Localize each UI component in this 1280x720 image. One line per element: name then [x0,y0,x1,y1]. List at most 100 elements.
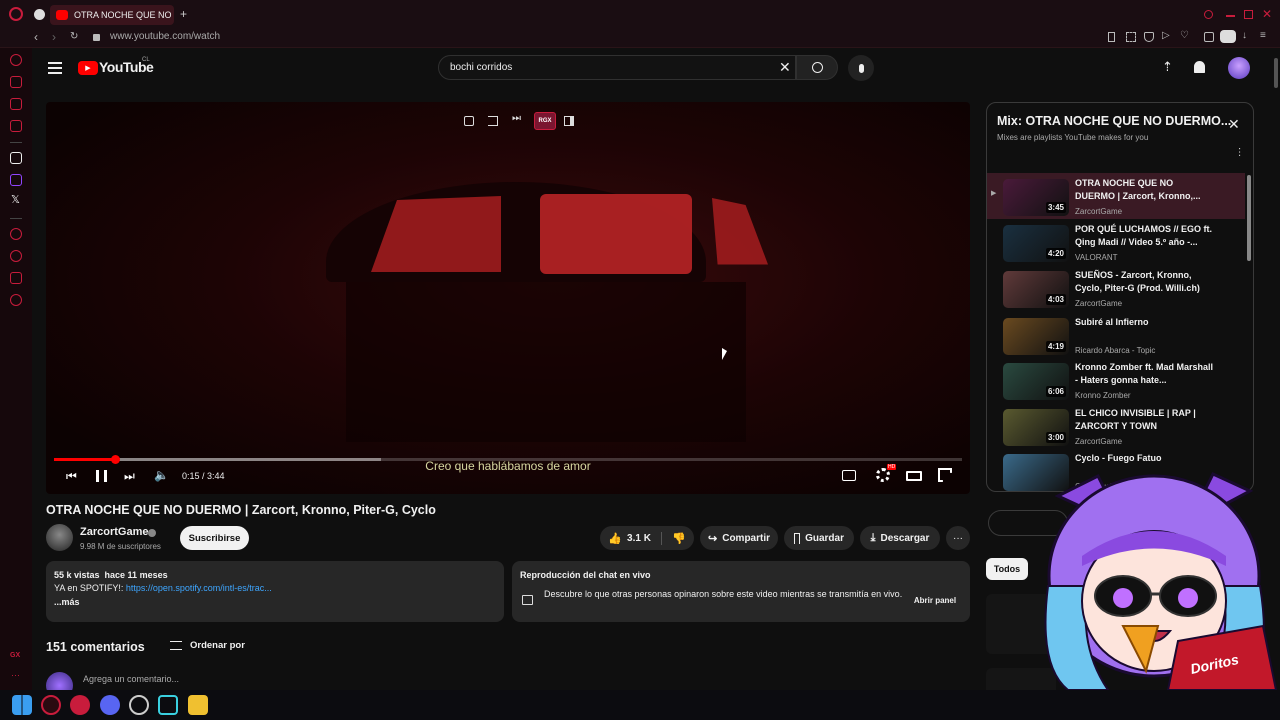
more-icon[interactable]: ··· [11,670,20,680]
share-button[interactable]: ↪ Compartir [700,526,778,550]
show-more-link[interactable]: ...más [54,597,80,607]
maximize-icon[interactable] [1244,10,1253,19]
forward-icon[interactable]: › [52,30,56,44]
mix-item[interactable]: 6:06 Kronno Zomber ft. Mad Marshall - Hat… [987,361,1245,407]
minimize-icon[interactable] [1226,15,1235,17]
open-panel-button[interactable]: Abrir panel [908,591,962,609]
channel-name[interactable]: ZarcortGame [80,526,148,538]
profile-icon[interactable] [1220,30,1236,43]
clear-search-icon[interactable]: ✕ [779,59,791,75]
vk-icon[interactable] [10,152,22,164]
opera-gx-taskbar-icon[interactable] [41,695,61,715]
messenger-icon[interactable] [10,98,22,110]
reload-icon[interactable]: ↻ [70,31,78,42]
discord-taskbar-icon[interactable] [100,695,120,715]
channel-avatar[interactable] [46,524,73,551]
sort-icon[interactable] [170,641,182,650]
windows-start-icon[interactable] [12,695,32,715]
close-mix-icon[interactable]: ✕ [1228,117,1240,131]
hamburger-menu-icon[interactable] [48,62,62,74]
search-input[interactable]: bochi corridos [450,62,512,73]
pinboard-icon[interactable] [10,272,22,284]
search-box[interactable]: bochi corridos ✕ [438,55,796,80]
gx-icon[interactable]: GX [10,652,20,659]
fullscreen-icon[interactable] [938,468,952,482]
mix-item[interactable]: 4:19 Subiré al Infierno Ricardo Abarca - T… [987,316,1245,362]
video-frame-window [540,194,692,274]
close-window-icon[interactable]: ✕ [1262,8,1272,20]
snapshot-icon[interactable] [1126,32,1136,42]
player-icon[interactable]: ▷ [1162,30,1170,41]
new-tab-button[interactable]: + [180,7,187,21]
next-icon[interactable]: ⏭ [124,469,135,484]
youtube-logo[interactable]: ▶ YouTube CL [78,57,158,78]
like-button[interactable]: 👍 3.1 K [608,531,662,545]
settings-icon[interactable] [10,294,22,306]
opera-logo-icon[interactable] [9,7,23,21]
settings-gear-icon[interactable] [876,468,890,482]
extensions-icon[interactable] [1204,32,1214,42]
scrubber-handle[interactable] [110,455,120,464]
download-button[interactable]: ⤓ Descargar [860,526,940,550]
file-explorer-taskbar-icon[interactable] [188,695,208,715]
page-scrollbar[interactable] [1274,58,1278,88]
chip-all[interactable]: Todos [986,558,1028,580]
mix-item[interactable]: 4:20 POR QUÉ LUCHAMOS // EGO ft. Qing Mad… [987,223,1245,269]
mix-item-duration: 3:45 [1045,202,1066,213]
add-comment-input[interactable]: Agrega un comentario... [83,674,179,684]
whatsapp-icon[interactable] [10,120,22,132]
mix-item-duration: 6:06 [1045,386,1066,397]
mix-item[interactable]: 3:00 EL CHICO INVISIBLE | RAP | ZARCORT Y… [987,407,1245,453]
volume-icon[interactable]: 🔈 [154,468,169,482]
save-button[interactable]: Guardar [784,526,854,550]
app-red-taskbar-icon[interactable] [70,695,90,715]
app-teal-taskbar-icon[interactable] [158,695,178,715]
tab-youtube[interactable]: OTRA NOCHE QUE NO DUERMO [50,5,174,25]
more-actions-icon[interactable]: ··· [946,526,970,550]
dislike-button[interactable]: 👎 [662,532,686,545]
pause-icon[interactable] [96,470,107,482]
description-box[interactable]: 55 k vistas hace 11 meses YA en SPOTIFY!… [46,561,504,622]
subscribe-button[interactable]: Suscribirse [180,526,249,550]
shield-icon[interactable] [1144,32,1154,42]
rgx-button[interactable]: RGX [534,112,556,130]
upload-icon[interactable]: ⇡ [1162,59,1173,75]
crypto-wallet-icon[interactable] [10,76,22,88]
progress-bar[interactable] [54,455,962,464]
video-frame-door [346,282,746,442]
easy-setup-icon[interactable]: ≡ [1260,30,1266,41]
tab-overview-icon[interactable] [34,9,45,20]
enter-icon[interactable] [488,116,498,126]
side-panel-icon[interactable] [564,116,574,126]
url-field[interactable]: www.youtube.com/watch [110,31,220,42]
twitch-icon[interactable] [10,174,22,186]
mix-item[interactable]: ▶ 3:45 OTRA NOCHE QUE NO DUERMO | Zarcort,… [987,173,1245,219]
history-icon[interactable] [10,250,22,262]
mix-scrollbar[interactable] [1247,175,1251,261]
skip-icon[interactable]: ⏭ [512,113,521,124]
notifications-bell-icon[interactable] [1194,61,1205,73]
aria-icon[interactable] [10,54,22,66]
search-button[interactable] [796,55,838,80]
back-icon[interactable]: ‹ [34,30,38,44]
bookmark-icon[interactable] [1108,32,1115,42]
heart-icon[interactable]: ♡ [1180,30,1189,41]
subtitles-icon[interactable] [842,470,856,481]
sort-by-button[interactable]: Ordenar por [190,640,245,651]
search-tabs-icon[interactable] [1204,10,1213,19]
video-player[interactable]: ⏭ RGX Creo que hablábamos de amor ⏮ ⏭ 🔈 … [46,102,970,494]
player-sidebar-icon[interactable] [10,228,22,240]
mix-item[interactable]: 4:03 SUEÑOS - Zarcort, Kronno, Cyclo, Pit… [987,269,1245,315]
account-avatar[interactable] [1228,57,1250,79]
opera-sidebar: 𝕏 GX ··· [0,48,32,690]
download-icon[interactable]: ↓ [1242,30,1247,41]
x-twitter-icon[interactable]: 𝕏 [11,193,20,206]
theater-mode-icon[interactable] [906,471,922,481]
voice-search-button[interactable] [848,55,874,81]
obs-taskbar-icon[interactable] [129,695,149,715]
popout-icon[interactable] [464,116,474,126]
spotify-link[interactable]: https://open.spotify.com/intl-es/trac... [126,583,272,593]
previous-icon[interactable]: ⏮ [66,469,77,484]
mix-menu-icon[interactable]: ··· [1234,147,1245,157]
country-code: CL [142,57,150,63]
